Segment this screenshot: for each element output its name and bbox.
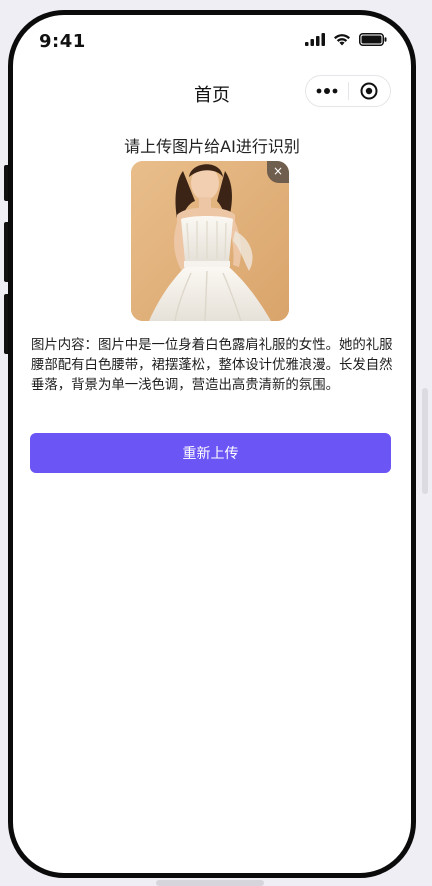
more-icon bbox=[316, 88, 338, 94]
reupload-button[interactable]: 重新上传 bbox=[30, 433, 391, 473]
wifi-icon bbox=[334, 34, 350, 46]
recognition-result: 图片内容：图片中是一位身着白色露肩礼服的女性。她的礼服腰部配有白色腰带，裙摆蓬松… bbox=[31, 338, 393, 393]
page-scrollbar[interactable] bbox=[422, 388, 428, 494]
remove-image-button[interactable]: × bbox=[267, 161, 289, 183]
more-button[interactable] bbox=[306, 76, 348, 106]
status-icons bbox=[305, 33, 387, 46]
woman-in-white-dress-photo bbox=[131, 161, 289, 321]
nav-bar: 首页 bbox=[13, 73, 411, 117]
close-target-icon bbox=[360, 82, 378, 100]
mini-program-capsule bbox=[305, 75, 391, 107]
phone-frame: 9:41 首页 请上传图片给AI进行识别 × 图片内容：图片中是一位身着白色露肩… bbox=[8, 10, 416, 878]
screen-stage: 9:41 首页 请上传图片给AI进行识别 × 图片内容：图片中是一位身着白色露肩… bbox=[0, 0, 432, 886]
battery-icon bbox=[359, 33, 387, 46]
close-mini-program-button[interactable] bbox=[349, 76, 391, 106]
status-time: 9:41 bbox=[39, 31, 86, 52]
status-bar: 9:41 bbox=[13, 15, 411, 65]
upload-prompt: 请上传图片给AI进行识别 bbox=[124, 137, 300, 156]
home-indicator bbox=[156, 880, 264, 886]
uploaded-image-preview[interactable]: × bbox=[131, 161, 289, 321]
signal-icon bbox=[305, 33, 325, 46]
